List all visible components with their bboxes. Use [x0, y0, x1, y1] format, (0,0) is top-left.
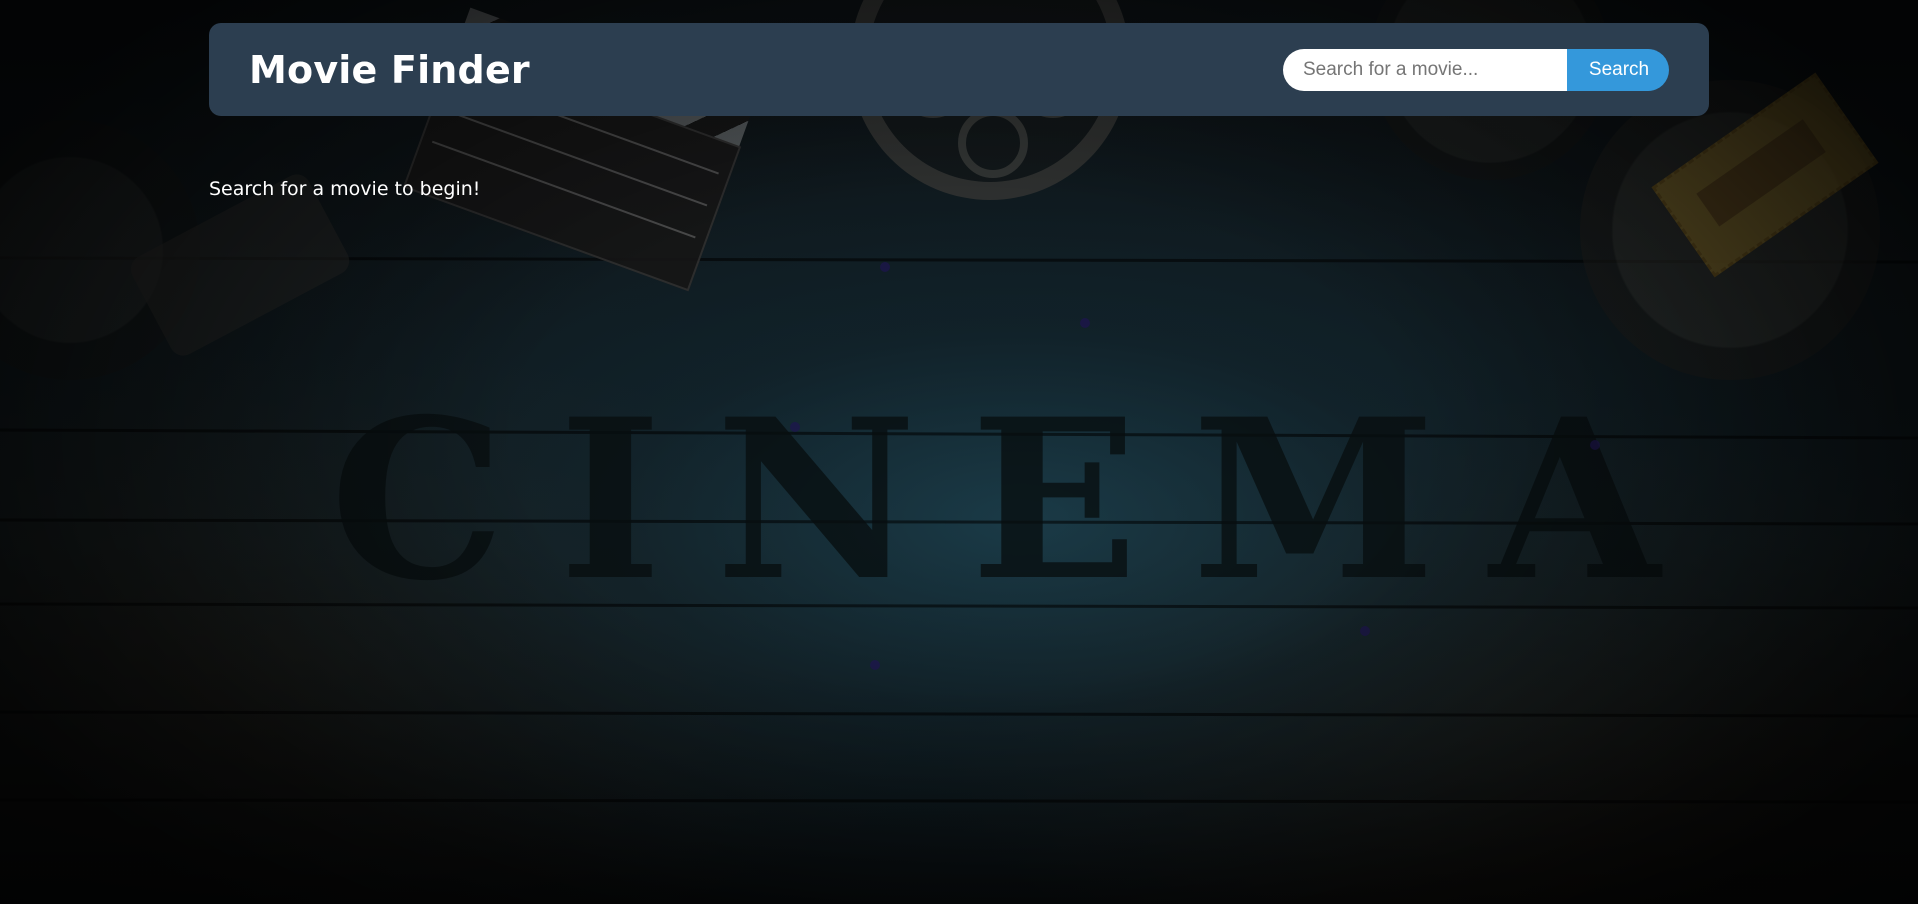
empty-state-message: Search for a movie to begin! — [209, 178, 481, 200]
cinema-background-image: C I N E M A — [0, 0, 1918, 904]
app-header: Movie Finder Search — [209, 23, 1709, 116]
search-input[interactable] — [1283, 48, 1567, 91]
search-button[interactable]: Search — [1567, 48, 1669, 91]
app-title: Movie Finder — [249, 47, 530, 92]
background-vignette — [0, 0, 1918, 904]
results-area: Search for a movie to begin! — [209, 178, 1709, 200]
search-form: Search — [1283, 48, 1669, 91]
